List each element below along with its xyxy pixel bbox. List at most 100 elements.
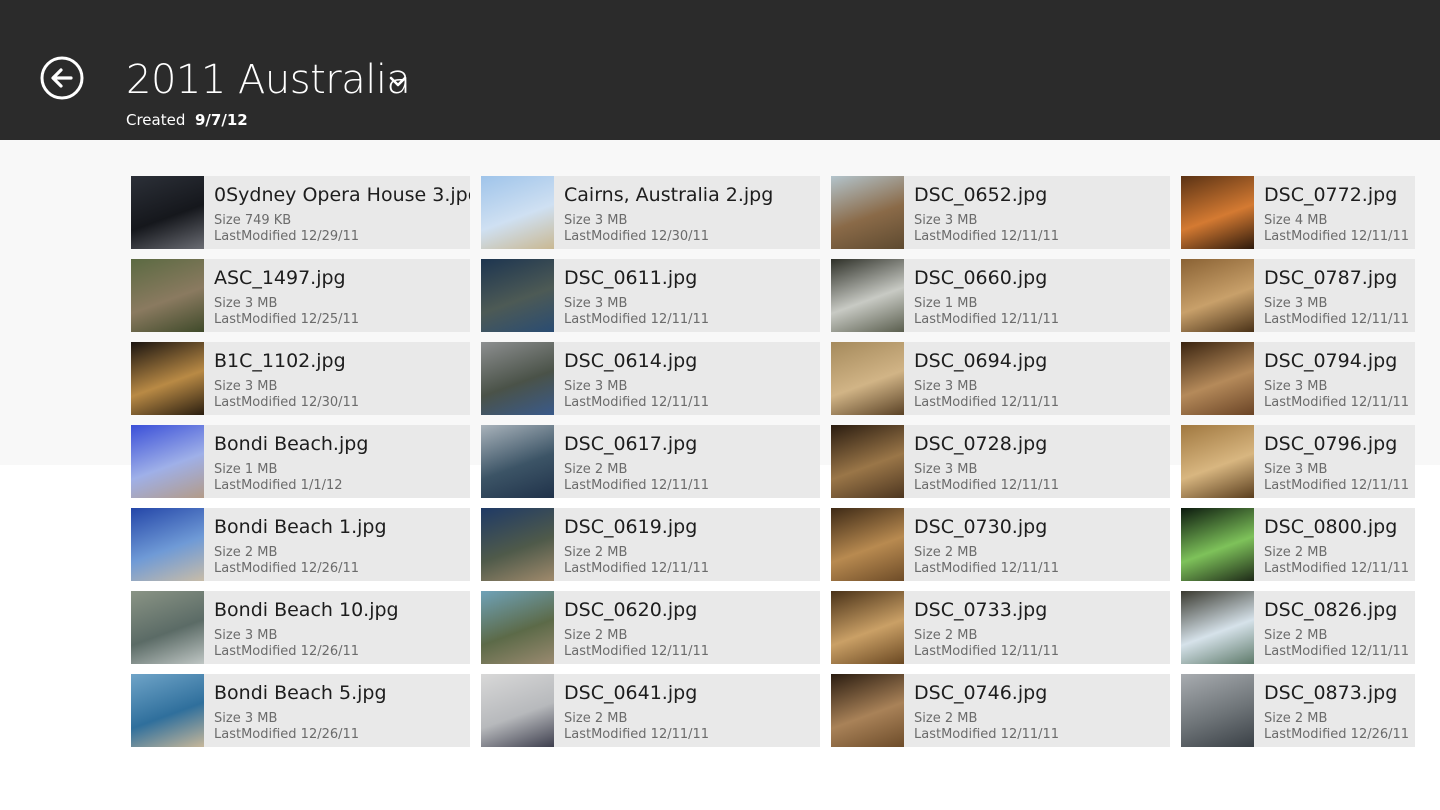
file-last-modified: LastModified 12/26/11 (214, 644, 360, 659)
file-name: Bondi Beach 10.jpg (214, 599, 399, 621)
created-date: 9/7/12 (195, 111, 248, 129)
photo-thumbnail (831, 342, 904, 415)
photo-thumbnail (481, 674, 554, 747)
file-last-modified: LastModified 1/1/12 (214, 478, 343, 493)
photo-thumbnail (481, 259, 554, 332)
file-tile[interactable]: Cairns, Australia 2.jpg Size 3 MB LastModi… (481, 176, 820, 249)
file-last-modified: LastModified 12/26/11 (214, 727, 360, 742)
photo-thumbnail (481, 342, 554, 415)
file-tile[interactable]: B1C_1102.jpg Size 3 MB LastModified 12/30/… (131, 342, 470, 415)
file-last-modified: LastModified 12/30/11 (214, 395, 360, 410)
back-arrow-icon (40, 56, 84, 100)
file-tile[interactable]: Bondi Beach.jpg Size 1 MB LastModified 1/1… (131, 425, 470, 498)
file-size: Size 3 MB (214, 296, 278, 311)
photo-thumbnail (1181, 425, 1254, 498)
file-name: DSC_0619.jpg (564, 516, 698, 538)
file-size: Size 2 MB (1264, 628, 1328, 643)
file-name: DSC_0873.jpg (1264, 682, 1398, 704)
file-name: DSC_0660.jpg (914, 267, 1048, 289)
file-tile[interactable]: DSC_0796.jpg Size 3 MB LastModified 12/11/… (1181, 425, 1415, 498)
file-name: Bondi Beach 5.jpg (214, 682, 387, 704)
file-name: Cairns, Australia 2.jpg (564, 184, 774, 206)
file-tile[interactable]: DSC_0794.jpg Size 3 MB LastModified 12/11/… (1181, 342, 1415, 415)
photo-thumbnail (1181, 176, 1254, 249)
back-button[interactable] (40, 56, 84, 100)
file-tile[interactable]: DSC_0641.jpg Size 2 MB LastModified 12/11/… (481, 674, 820, 747)
file-tile[interactable]: DSC_0728.jpg Size 3 MB LastModified 12/11/… (831, 425, 1170, 498)
file-size: Size 2 MB (1264, 711, 1328, 726)
file-name: DSC_0733.jpg (914, 599, 1048, 621)
file-tile[interactable]: DSC_0652.jpg Size 3 MB LastModified 12/11/… (831, 176, 1170, 249)
file-tile[interactable]: DSC_0826.jpg Size 2 MB LastModified 12/11/… (1181, 591, 1415, 664)
file-size: Size 2 MB (564, 628, 628, 643)
file-name: DSC_0620.jpg (564, 599, 698, 621)
photo-thumbnail (831, 508, 904, 581)
file-size: Size 3 MB (1264, 296, 1328, 311)
photo-thumbnail (1181, 259, 1254, 332)
file-tile[interactable]: Bondi Beach 1.jpg Size 2 MB LastModified 1… (131, 508, 470, 581)
file-size: Size 2 MB (1264, 545, 1328, 560)
file-name: DSC_0652.jpg (914, 184, 1048, 206)
photo-thumbnail (481, 425, 554, 498)
file-tile[interactable]: DSC_0733.jpg Size 2 MB LastModified 12/11/… (831, 591, 1170, 664)
file-last-modified: LastModified 12/11/11 (1264, 312, 1410, 327)
file-size: Size 1 MB (914, 296, 978, 311)
created-label: Created (126, 111, 186, 129)
file-tile[interactable]: ASC_1497.jpg Size 3 MB LastModified 12/25/… (131, 259, 470, 332)
file-size: Size 749 KB (214, 213, 292, 228)
file-size: Size 2 MB (914, 545, 978, 560)
file-tile[interactable]: DSC_0772.jpg Size 4 MB LastModified 12/11/… (1181, 176, 1415, 249)
photo-thumbnail (131, 674, 204, 747)
file-last-modified: LastModified 12/11/11 (1264, 395, 1410, 410)
file-last-modified: LastModified 12/11/11 (564, 395, 710, 410)
file-name: DSC_0787.jpg (1264, 267, 1398, 289)
file-tile[interactable]: Bondi Beach 10.jpg Size 3 MB LastModified … (131, 591, 470, 664)
file-last-modified: LastModified 12/11/11 (1264, 478, 1410, 493)
file-tile[interactable]: DSC_0730.jpg Size 2 MB LastModified 12/11/… (831, 508, 1170, 581)
file-name: DSC_0800.jpg (1264, 516, 1398, 538)
file-last-modified: LastModified 12/25/11 (214, 312, 360, 327)
title-dropdown-button[interactable] (386, 70, 410, 94)
file-last-modified: LastModified 12/11/11 (914, 727, 1060, 742)
file-name: DSC_0694.jpg (914, 350, 1048, 372)
photo-thumbnail (131, 176, 204, 249)
photo-thumbnail (1181, 591, 1254, 664)
file-tile[interactable]: DSC_0746.jpg Size 2 MB LastModified 12/11/… (831, 674, 1170, 747)
file-tile[interactable]: DSC_0787.jpg Size 3 MB LastModified 12/11/… (1181, 259, 1415, 332)
file-last-modified: LastModified 12/11/11 (1264, 561, 1410, 576)
file-tile[interactable]: DSC_0694.jpg Size 3 MB LastModified 12/11/… (831, 342, 1170, 415)
file-size: Size 2 MB (564, 462, 628, 477)
file-last-modified: LastModified 12/11/11 (564, 561, 710, 576)
file-last-modified: LastModified 12/11/11 (1264, 229, 1410, 244)
file-tile[interactable]: DSC_0619.jpg Size 2 MB LastModified 12/11/… (481, 508, 820, 581)
photo-thumbnail (481, 508, 554, 581)
file-name: Bondi Beach.jpg (214, 433, 369, 455)
file-tile[interactable]: 0Sydney Opera House 3.jpg Size 749 KB Last… (131, 176, 470, 249)
file-tile[interactable]: DSC_0620.jpg Size 2 MB LastModified 12/11/… (481, 591, 820, 664)
file-size: Size 3 MB (214, 379, 278, 394)
file-tile[interactable]: DSC_0611.jpg Size 3 MB LastModified 12/11/… (481, 259, 820, 332)
file-last-modified: LastModified 12/11/11 (1264, 644, 1410, 659)
file-tile[interactable]: Bondi Beach 5.jpg Size 3 MB LastModified 1… (131, 674, 470, 747)
file-tile[interactable]: DSC_0617.jpg Size 2 MB LastModified 12/11/… (481, 425, 820, 498)
file-last-modified: LastModified 12/29/11 (214, 229, 360, 244)
chevron-down-icon (389, 76, 407, 87)
file-tile[interactable]: DSC_0660.jpg Size 1 MB LastModified 12/11/… (831, 259, 1170, 332)
photo-thumbnail (481, 591, 554, 664)
file-size: Size 2 MB (564, 711, 628, 726)
file-size: Size 3 MB (1264, 379, 1328, 394)
file-tile[interactable]: DSC_0614.jpg Size 3 MB LastModified 12/11/… (481, 342, 820, 415)
file-size: Size 4 MB (1264, 213, 1328, 228)
file-name: DSC_0641.jpg (564, 682, 698, 704)
file-tile[interactable]: DSC_0800.jpg Size 2 MB LastModified 12/11/… (1181, 508, 1415, 581)
file-last-modified: LastModified 12/11/11 (914, 395, 1060, 410)
file-name: DSC_0746.jpg (914, 682, 1048, 704)
file-size: Size 2 MB (564, 545, 628, 560)
file-last-modified: LastModified 12/30/11 (564, 229, 710, 244)
file-size: Size 3 MB (564, 296, 628, 311)
file-size: Size 2 MB (914, 711, 978, 726)
file-last-modified: LastModified 12/11/11 (564, 644, 710, 659)
file-tile[interactable]: DSC_0873.jpg Size 2 MB LastModified 12/26/… (1181, 674, 1415, 747)
file-last-modified: LastModified 12/11/11 (914, 561, 1060, 576)
file-last-modified: LastModified 12/11/11 (564, 727, 710, 742)
